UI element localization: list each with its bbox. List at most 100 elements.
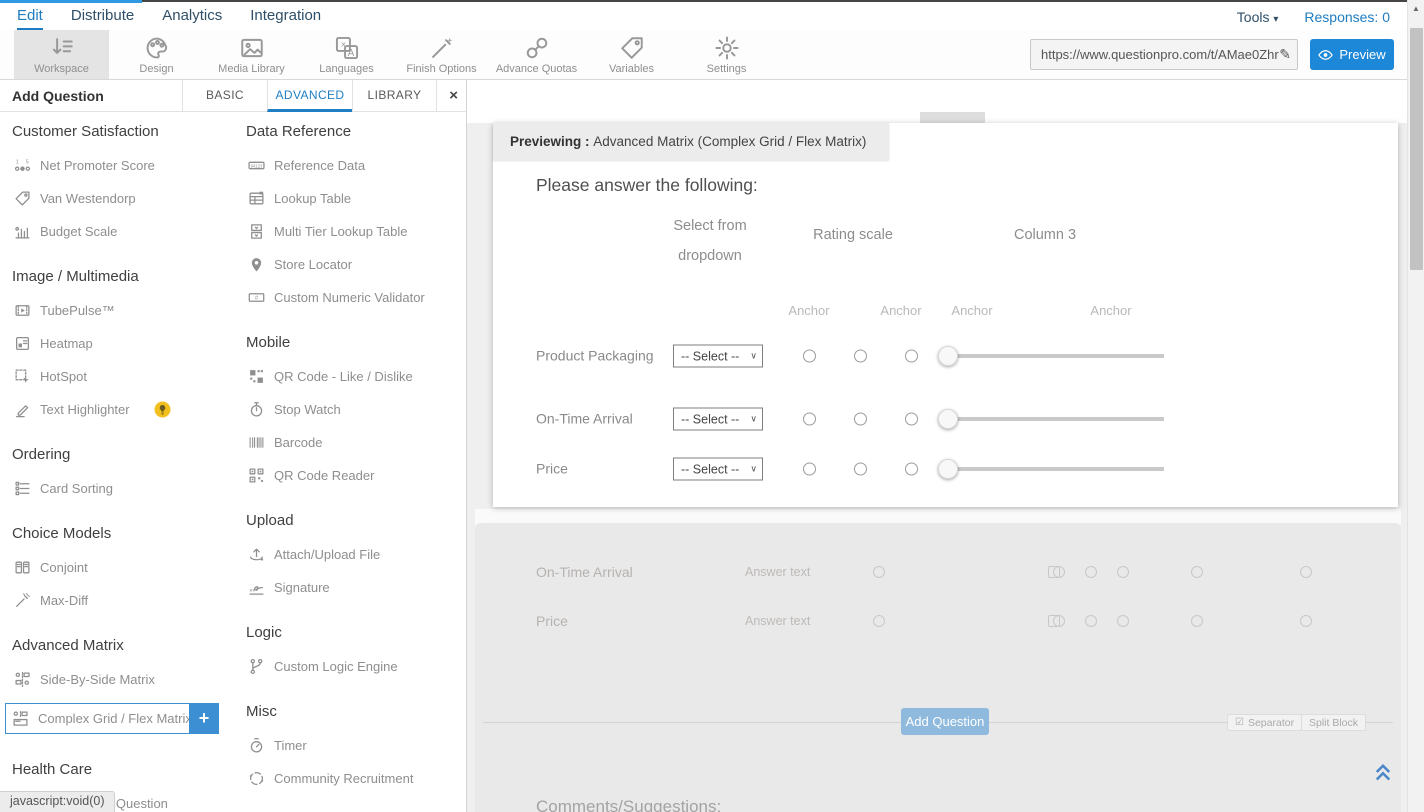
rating-radio[interactable] <box>905 463 918 476</box>
radio-button[interactable] <box>1191 615 1203 627</box>
select-dropdown[interactable]: -- Select --∨ <box>673 458 763 481</box>
panel-tab[interactable]: LIBRARY <box>352 80 437 112</box>
rating-radio[interactable] <box>854 413 867 426</box>
add-question-button[interactable]: Add Question <box>901 708 989 735</box>
preview-button[interactable]: Preview <box>1310 39 1394 70</box>
rating-radio[interactable] <box>803 413 816 426</box>
toolbar-item[interactable]: ×A Languages <box>299 30 394 79</box>
question-type-item[interactable]: 15 Net Promoter Score + <box>12 156 234 175</box>
question-type-section: Ordering Card Sorting + <box>12 445 234 498</box>
scroll-to-top-icon[interactable] <box>1372 762 1394 782</box>
rating-radio[interactable] <box>803 463 816 476</box>
column3-slider[interactable] <box>938 346 1164 366</box>
net-promoter-score-icon: 15 <box>14 157 31 174</box>
question-type-item[interactable]: Barcode <box>246 433 462 452</box>
survey-url-input[interactable] <box>1041 47 1279 62</box>
toolbar-item[interactable]: Variables <box>584 30 679 79</box>
question-type-label: Budget Scale <box>40 224 117 239</box>
radio-button[interactable] <box>873 566 885 578</box>
nav-item[interactable]: Distribute <box>71 4 134 30</box>
toolbar-item[interactable]: Workspace <box>14 30 109 79</box>
slider-thumb[interactable] <box>938 409 958 429</box>
radio-button[interactable] <box>1191 566 1203 578</box>
separator-button[interactable]: ☑Separator <box>1227 714 1302 731</box>
budget-scale-icon <box>14 223 31 240</box>
question-type-item[interactable]: TubePulse™ + <box>12 301 234 320</box>
question-type-item[interactable]: Side-By-Side Matrix + <box>12 670 234 689</box>
question-type-item[interactable]: Custom Logic Engine <box>246 657 462 676</box>
radio-button[interactable] <box>1053 615 1065 627</box>
stop-watch-icon <box>248 401 265 418</box>
rating-radio[interactable] <box>854 350 867 363</box>
question-type-item[interactable]: Heatmap + <box>12 334 234 353</box>
advance-quotas-icon <box>524 35 550 61</box>
column3-slider[interactable] <box>938 409 1164 429</box>
section-heading: Image / Multimedia <box>12 267 234 287</box>
radio-button[interactable] <box>1117 615 1129 627</box>
radio-button[interactable] <box>1085 566 1097 578</box>
toolbar-item[interactable]: Settings <box>679 30 774 79</box>
rating-radio[interactable] <box>803 350 816 363</box>
question-type-label: Text Highlighter <box>40 402 130 417</box>
question-type-item[interactable]: QR Code Reader <box>246 466 462 485</box>
question-type-item[interactable]: Max-Diff + <box>12 591 234 610</box>
question-type-item[interactable]: Multi Tier Lookup Table <box>246 222 462 241</box>
media-library-icon <box>239 35 265 61</box>
question-type-item[interactable]: Lookup Table <box>246 189 462 208</box>
question-type-item[interactable]: Stop Watch <box>246 400 462 419</box>
nav-item[interactable]: Analytics <box>162 4 222 30</box>
select-dropdown[interactable]: -- Select --∨ <box>673 345 763 368</box>
add-selected-question-button[interactable]: + <box>189 703 219 734</box>
toolbar-item[interactable]: Media Library <box>204 30 299 79</box>
radio-button[interactable] <box>1085 615 1097 627</box>
nav-item[interactable]: Edit <box>17 4 43 30</box>
rating-radio[interactable] <box>854 463 867 476</box>
question-type-item[interactable]: Timer <box>246 736 462 755</box>
question-type-item[interactable]: Store Locator <box>246 255 462 274</box>
column-header-rating: Rating scale <box>803 227 903 243</box>
question-type-item[interactable]: Card Sorting + <box>12 479 234 498</box>
edit-pencil-icon[interactable]: ✎ <box>1279 46 1291 63</box>
slider-thumb[interactable] <box>938 346 958 366</box>
question-type-item[interactable]: Attach/Upload File <box>246 545 462 564</box>
radio-button[interactable] <box>873 615 885 627</box>
radio-button[interactable] <box>1117 566 1129 578</box>
radio-button[interactable] <box>1300 566 1312 578</box>
question-type-label: QR Code - Like / Dislike <box>274 369 413 384</box>
question-type-item[interactable]: Text Highlighter + <box>12 400 234 419</box>
question-type-item[interactable]: Conjoint + <box>12 558 234 577</box>
question-type-item[interactable]: HotSpot + <box>12 367 234 386</box>
responses-count[interactable]: Responses: 0 <box>1304 9 1390 25</box>
question-type-item[interactable]: # Custom Numeric Validator <box>246 288 462 307</box>
add-question-panel: Add Question BASIC ADVANCED LIBRARY × Cu… <box>0 80 467 812</box>
question-type-item[interactable]: × Signature <box>246 578 462 597</box>
slider-thumb[interactable] <box>938 459 958 479</box>
panel-tab[interactable]: BASIC <box>182 80 267 112</box>
select-dropdown[interactable]: -- Select --∨ <box>673 408 763 431</box>
radio-button[interactable] <box>1300 615 1312 627</box>
radio-button[interactable] <box>1053 566 1065 578</box>
scrollbar-thumb[interactable] <box>1410 28 1423 270</box>
close-icon[interactable]: × <box>449 80 458 112</box>
toolbar-item[interactable]: Design <box>109 30 204 79</box>
page-scrollbar[interactable]: ▲ <box>1407 0 1424 812</box>
question-type-item[interactable]: QR Code - Like / Dislike <box>246 367 462 386</box>
scroll-up-arrow-icon[interactable]: ▲ <box>1408 0 1424 13</box>
column3-slider[interactable] <box>938 459 1164 479</box>
toolbar-item[interactable]: Advance Quotas <box>489 30 584 79</box>
question-type-item[interactable]: Budget Scale + <box>12 222 234 241</box>
split-block-button[interactable]: Split Block <box>1301 714 1366 731</box>
question-type-item[interactable]: 94123 Reference Data <box>246 156 462 175</box>
chevron-down-icon: ∨ <box>750 351 757 362</box>
question-type-item[interactable]: Complex Grid / Flex Matrix + <box>5 703 219 734</box>
nav-item[interactable]: Integration <box>250 4 321 30</box>
toolbar-item[interactable]: Finish Options <box>394 30 489 79</box>
rating-radio[interactable] <box>905 350 918 363</box>
toolbar-item-label: Advance Quotas <box>496 63 577 75</box>
tools-menu[interactable]: Tools ▾ <box>1237 9 1279 25</box>
hotspot-icon <box>14 368 31 385</box>
panel-tab[interactable]: ADVANCED <box>267 80 352 112</box>
rating-radio[interactable] <box>905 413 918 426</box>
question-type-item[interactable]: Van Westendorp + <box>12 189 234 208</box>
question-type-item[interactable]: Community Recruitment <box>246 769 462 788</box>
